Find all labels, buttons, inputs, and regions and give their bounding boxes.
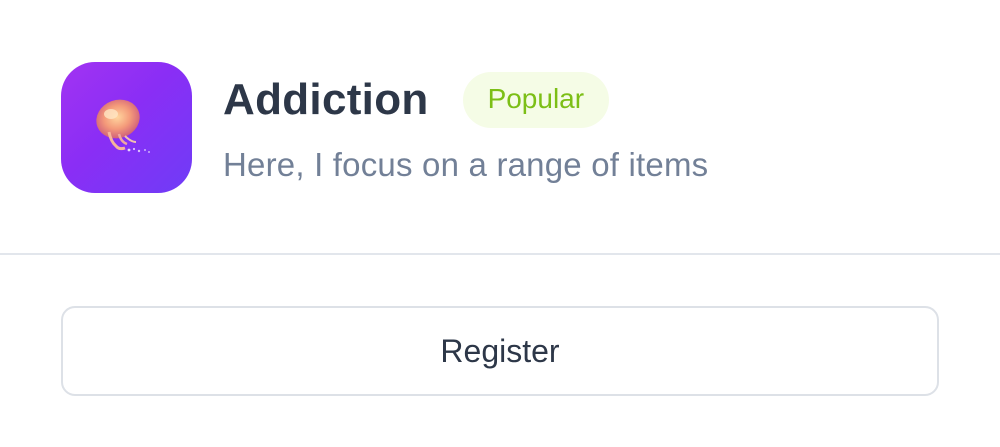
app-subtitle: Here, I focus on a range of items (223, 146, 709, 183)
popular-badge: Popular (462, 72, 610, 128)
jellyfish-app-icon (61, 62, 192, 193)
app-title: Addiction (223, 75, 429, 124)
app-header: Addiction Popular Here, I focus on a ran… (0, 0, 1000, 254)
divider (0, 253, 1000, 255)
title-row: Addiction Popular (223, 70, 610, 130)
app-card: Addiction Popular Here, I focus on a ran… (0, 0, 1000, 447)
register-button[interactable]: Register (61, 306, 939, 396)
